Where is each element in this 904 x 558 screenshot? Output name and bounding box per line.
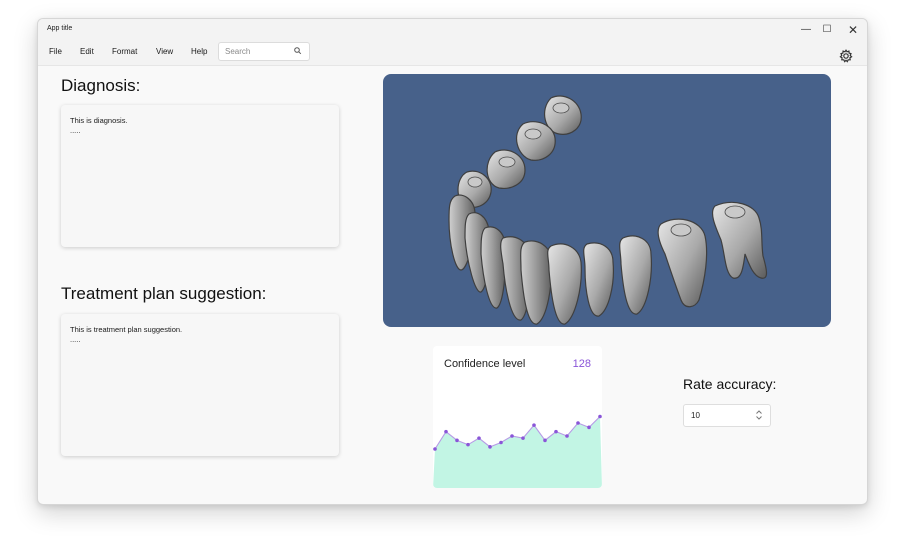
chart-point [543, 438, 547, 443]
rate-accuracy-label: Rate accuracy: [683, 376, 777, 392]
chart-point [565, 434, 569, 438]
chart-point [488, 445, 492, 449]
chart-point [576, 421, 580, 425]
chart-point [466, 442, 470, 447]
confidence-label: Confidence level [444, 358, 526, 370]
chart-point [521, 436, 525, 440]
treatment-card[interactable]: This is treatment plan suggestion. ..... [61, 314, 339, 456]
menu-view[interactable]: View [156, 47, 173, 56]
treatment-ellipsis: ..... [70, 335, 81, 344]
minimize-button[interactable]: — [795, 21, 817, 39]
chart-point [477, 436, 481, 440]
search-icon[interactable] [293, 46, 303, 56]
spinner-arrows-icon[interactable] [755, 409, 763, 421]
diagnosis-ellipsis: ..... [70, 126, 81, 135]
maximize-button[interactable]: ☐ [816, 21, 838, 39]
rate-accuracy-value: 10 [691, 411, 700, 420]
menu-help[interactable]: Help [191, 47, 207, 56]
confidence-value: 128 [572, 358, 591, 370]
menu-format[interactable]: Format [112, 47, 137, 56]
search-input[interactable]: Search [218, 42, 310, 61]
chart-area-fill [433, 416, 602, 488]
chart-point [499, 440, 503, 445]
chart-point [587, 425, 591, 430]
app-window: App title — ☐ ✕ File Edit Format View He… [37, 18, 868, 505]
menu-bar: File Edit Format View Help Search [38, 41, 867, 66]
chart-point [554, 429, 558, 434]
rate-accuracy-input[interactable]: 10 [683, 404, 771, 427]
confidence-card: Confidence level 128 [433, 346, 602, 488]
chart-point [444, 429, 448, 434]
menu-file[interactable]: File [49, 47, 62, 56]
close-button[interactable]: ✕ [842, 21, 864, 39]
dental-3d-viewer[interactable] [383, 74, 831, 327]
title-bar: App title — ☐ ✕ [38, 19, 867, 41]
menu-edit[interactable]: Edit [80, 47, 94, 56]
gear-icon[interactable] [838, 48, 854, 64]
confidence-chart [433, 414, 602, 488]
chart-point [532, 423, 536, 427]
treatment-text: This is treatment plan suggestion. [70, 325, 183, 334]
diagnosis-text: This is diagnosis. [70, 116, 128, 125]
window-title: App title [47, 25, 73, 32]
treatment-heading: Treatment plan suggestion: [61, 284, 267, 303]
chart-point [598, 414, 602, 419]
diagnosis-heading: Diagnosis: [61, 76, 141, 95]
chart-point [510, 434, 514, 438]
search-placeholder: Search [225, 47, 251, 56]
chart-point [433, 447, 437, 451]
chart-point [455, 438, 459, 443]
teeth-model-image [448, 95, 768, 325]
diagnosis-card[interactable]: This is diagnosis. ..... [61, 105, 339, 247]
